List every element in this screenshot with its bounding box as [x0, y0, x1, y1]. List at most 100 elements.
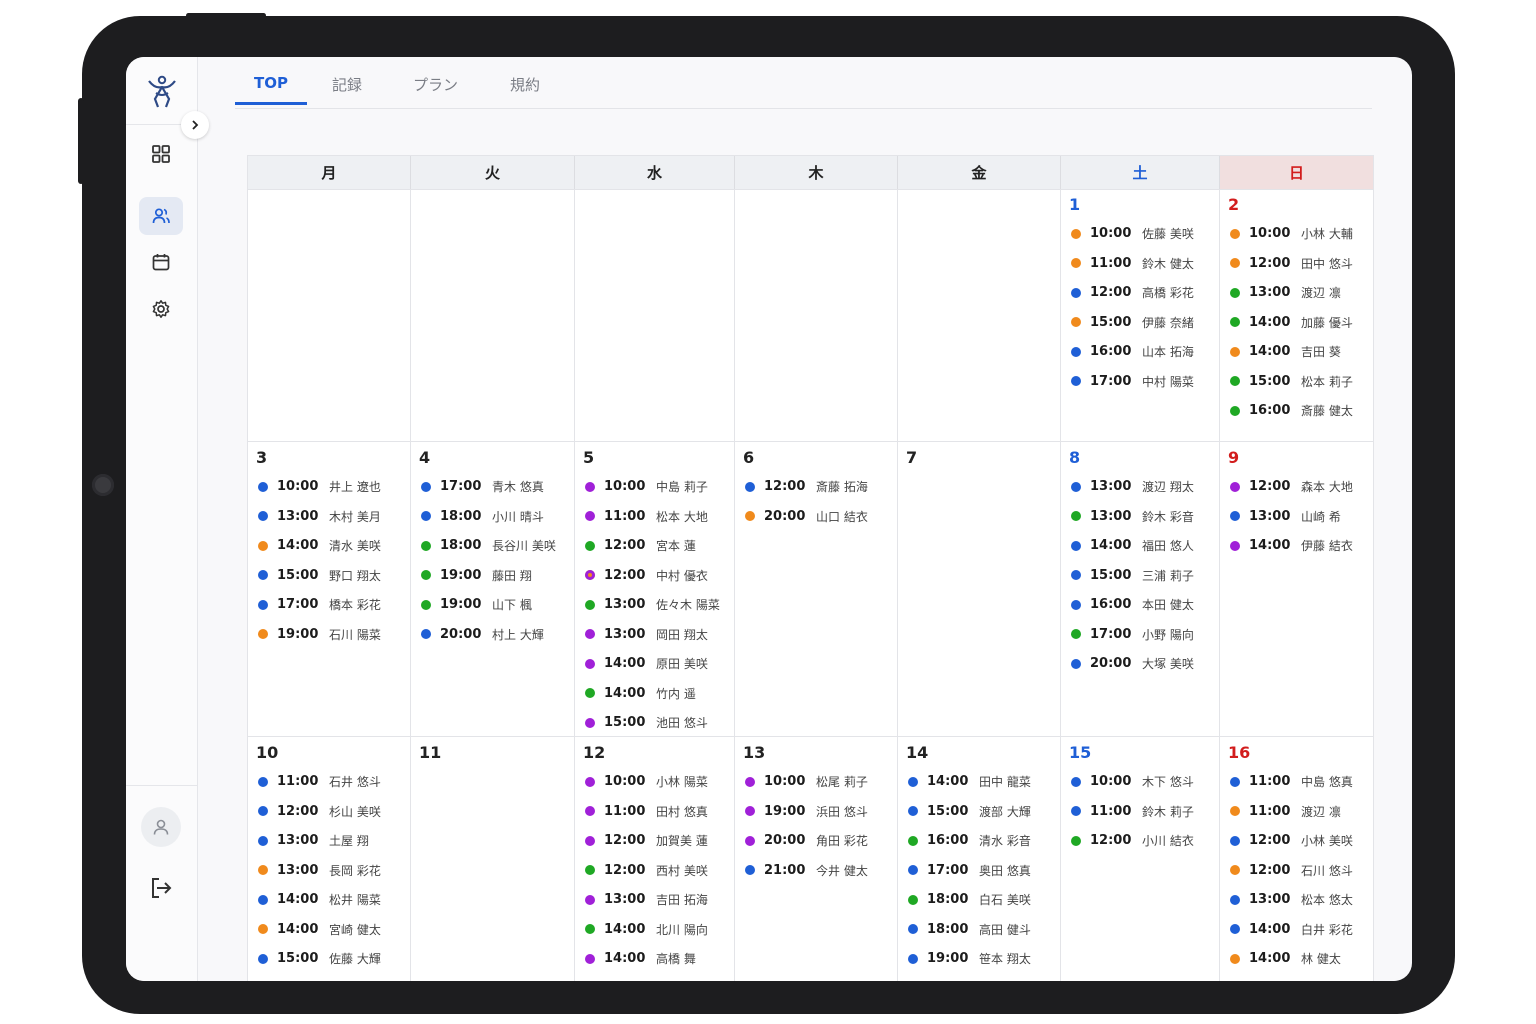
calendar-day-cell[interactable]: 1 10:00 佐藤 美咲 11:00 鈴木 健太 12:00 高橋 彩花 15:00 伊藤 奈… — [1061, 189, 1220, 442]
appointment-item[interactable]: 11:00 中島 悠真 — [1230, 767, 1369, 797]
appointment-item[interactable]: 12:00 小川 結衣 — [1071, 826, 1215, 856]
appointment-item[interactable]: 18:00 小川 晴斗 — [421, 502, 570, 532]
appointment-item[interactable]: 12:00 宮本 蓮 — [585, 531, 730, 561]
calendar-day-cell[interactable]: 4 17:00 青木 悠真 18:00 小川 晴斗 18:00 長谷川 美咲 19:00 藤田 … — [411, 442, 575, 737]
appointment-item[interactable]: 12:00 田中 悠斗 — [1230, 249, 1369, 279]
sidebar-item-users[interactable] — [139, 197, 183, 235]
appointment-item[interactable]: 20:00 山口 結衣 — [745, 502, 893, 532]
appointment-item[interactable]: 12:00 中村 優衣 — [585, 561, 730, 591]
appointment-item[interactable]: 11:00 松本 大地 — [585, 502, 730, 532]
appointment-item[interactable]: 20:00 村上 大輝 — [421, 620, 570, 650]
appointment-item[interactable]: 10:00 小林 大輔 — [1230, 219, 1369, 249]
appointment-item[interactable]: 14:00 高橋 舞 — [585, 944, 730, 974]
appointment-item[interactable]: 15:00 渡部 大輝 — [908, 797, 1056, 827]
appointment-item[interactable]: 14:00 北川 陽向 — [585, 915, 730, 945]
appointment-item[interactable]: 11:00 石井 悠斗 — [258, 767, 406, 797]
appointment-item[interactable]: 11:00 鈴木 健太 — [1071, 249, 1215, 279]
calendar-day-cell[interactable]: 9 12:00 森本 大地 13:00 山崎 希 14:00 伊藤 結衣 — [1220, 442, 1373, 737]
appointment-item[interactable]: 10:00 井上 遼也 — [258, 472, 406, 502]
logout-icon[interactable] — [148, 875, 174, 901]
appointment-item[interactable]: 13:00 長岡 彩花 — [258, 856, 406, 886]
calendar-day-cell[interactable]: 13 10:00 松尾 莉子 19:00 浜田 悠斗 20:00 角田 彩花 21:00 今井 … — [735, 737, 898, 981]
appointment-item[interactable]: 10:00 佐藤 美咲 — [1071, 219, 1215, 249]
appointment-item[interactable]: 14:00 竹内 遥 — [585, 679, 730, 709]
appointment-item[interactable]: 21:00 今井 健太 — [745, 856, 893, 886]
appointment-item[interactable]: 19:00 石川 陽菜 — [258, 620, 406, 650]
appointment-item[interactable]: 16:00 山本 拓海 — [1071, 337, 1215, 367]
appointment-item[interactable]: 19:00 笹本 翔太 — [908, 944, 1056, 974]
appointment-item[interactable]: 12:00 杉山 美咲 — [258, 797, 406, 827]
appointment-item[interactable]: 10:00 中島 莉子 — [585, 472, 730, 502]
appointment-item[interactable]: 10:00 小林 陽菜 — [585, 767, 730, 797]
calendar-day-cell[interactable]: 10 11:00 石井 悠斗 12:00 杉山 美咲 13:00 土屋 翔 13:00 長岡 彩… — [248, 737, 411, 981]
sidebar-item-calendar[interactable] — [139, 243, 183, 281]
appointment-item[interactable]: 12:00 斎藤 拓海 — [745, 472, 893, 502]
appointment-item[interactable]: 17:00 小野 陽向 — [1071, 620, 1215, 650]
user-avatar[interactable] — [141, 807, 181, 847]
calendar-day-cell[interactable]: 15 10:00 木下 悠斗 11:00 鈴木 莉子 12:00 小川 結衣 — [1061, 737, 1220, 981]
appointment-item[interactable]: 10:00 松尾 莉子 — [745, 767, 893, 797]
appointment-item[interactable]: 13:00 木村 美月 — [258, 502, 406, 532]
appointment-item[interactable]: 16:00 斎藤 健太 — [1230, 396, 1369, 426]
appointment-item[interactable]: 16:00 本田 健太 — [1071, 590, 1215, 620]
appointment-item[interactable]: 14:00 福田 悠人 — [1071, 531, 1215, 561]
appointment-item[interactable]: 14:00 清水 美咲 — [258, 531, 406, 561]
appointment-item[interactable]: 13:00 佐々木 陽菜 — [585, 590, 730, 620]
calendar-day-cell[interactable]: 7 — [898, 442, 1061, 737]
calendar-day-cell[interactable]: 3 10:00 井上 遼也 13:00 木村 美月 14:00 清水 美咲 15:00 野口 翔… — [248, 442, 411, 737]
tab-terms[interactable]: 規約 — [510, 74, 540, 108]
appointment-item[interactable]: 11:00 渡辺 凛 — [1230, 797, 1369, 827]
appointment-item[interactable]: 15:00 三浦 莉子 — [1071, 561, 1215, 591]
appointment-item[interactable]: 10:00 木下 悠斗 — [1071, 767, 1215, 797]
appointment-item[interactable]: 17:00 青木 悠真 — [421, 472, 570, 502]
appointment-item[interactable]: 15:00 松本 莉子 — [1230, 367, 1369, 397]
appointment-item[interactable]: 18:00 長谷川 美咲 — [421, 531, 570, 561]
appointment-item[interactable]: 14:00 宮崎 健太 — [258, 915, 406, 945]
appointment-item[interactable]: 18:00 白石 美咲 — [908, 885, 1056, 915]
appointment-item[interactable]: 15:00 池田 悠斗 — [585, 708, 730, 736]
appointment-item[interactable]: 12:00 加賀美 蓮 — [585, 826, 730, 856]
appointment-item[interactable]: 14:00 吉田 葵 — [1230, 337, 1369, 367]
appointment-item[interactable]: 17:00 橋本 彩花 — [258, 590, 406, 620]
appointment-item[interactable]: 13:00 岡田 翔太 — [585, 620, 730, 650]
appointment-item[interactable]: 19:00 藤田 翔 — [421, 561, 570, 591]
calendar-day-cell[interactable]: 2 10:00 小林 大輔 12:00 田中 悠斗 13:00 渡辺 凛 14:00 加藤 優斗… — [1220, 189, 1373, 442]
appointment-item[interactable]: 13:00 吉田 拓海 — [585, 885, 730, 915]
appointment-item[interactable]: 14:00 白井 彩花 — [1230, 915, 1369, 945]
appointment-item[interactable]: 19:00 浜田 悠斗 — [745, 797, 893, 827]
appointment-item[interactable]: 16:00 清水 彩音 — [908, 826, 1056, 856]
appointment-item[interactable]: 14:00 伊藤 結衣 — [1230, 531, 1369, 561]
appointment-item[interactable]: 13:00 鈴木 彩音 — [1071, 502, 1215, 532]
appointment-item[interactable]: 14:00 松井 陽菜 — [258, 885, 406, 915]
calendar-day-cell[interactable]: 6 12:00 斎藤 拓海 20:00 山口 結衣 — [735, 442, 898, 737]
appointment-item[interactable]: 14:00 林 健太 — [1230, 944, 1369, 974]
appointment-item[interactable]: 12:00 西村 美咲 — [585, 856, 730, 886]
tab-records[interactable]: 記録 — [332, 74, 362, 108]
appointment-item[interactable]: 20:00 角田 彩花 — [745, 826, 893, 856]
appointment-item[interactable]: 13:00 山崎 希 — [1230, 502, 1369, 532]
appointment-item[interactable]: 12:00 小林 美咲 — [1230, 826, 1369, 856]
calendar-day-cell[interactable]: 11 — [411, 737, 575, 981]
appointment-item[interactable]: 13:00 渡辺 翔太 — [1071, 472, 1215, 502]
appointment-item[interactable]: 13:00 松本 悠太 — [1230, 885, 1369, 915]
sidebar-expand-button[interactable] — [181, 111, 209, 139]
appointment-item[interactable]: 14:00 加藤 優斗 — [1230, 308, 1369, 338]
appointment-item[interactable]: 11:00 田村 悠真 — [585, 797, 730, 827]
appointment-item[interactable]: 13:00 渡辺 凛 — [1230, 278, 1369, 308]
appointment-item[interactable]: 17:00 中村 陽菜 — [1071, 367, 1215, 397]
appointment-item[interactable]: 15:00 伊藤 奈緒 — [1071, 308, 1215, 338]
appointment-item[interactable]: 18:00 高田 健斗 — [908, 915, 1056, 945]
appointment-item[interactable]: 17:00 奥田 悠真 — [908, 856, 1056, 886]
appointment-item[interactable]: 11:00 鈴木 莉子 — [1071, 797, 1215, 827]
appointment-item[interactable]: 19:00 山下 楓 — [421, 590, 570, 620]
appointment-item[interactable]: 12:00 高橋 彩花 — [1071, 278, 1215, 308]
calendar-day-cell[interactable]: 12 10:00 小林 陽菜 11:00 田村 悠真 12:00 加賀美 蓮 12:00 西村 … — [575, 737, 735, 981]
appointment-item[interactable]: 20:00 大塚 美咲 — [1071, 649, 1215, 679]
calendar-day-cell[interactable]: 16 11:00 中島 悠真 11:00 渡辺 凛 12:00 小林 美咲 12:00 石川 悠… — [1220, 737, 1373, 981]
sidebar-item-settings[interactable] — [139, 290, 183, 328]
appointment-item[interactable]: 15:00 佐藤 大輝 — [258, 944, 406, 974]
appointment-item[interactable]: 13:00 土屋 翔 — [258, 826, 406, 856]
calendar-day-cell[interactable]: 14 14:00 田中 龍菜 15:00 渡部 大輝 16:00 清水 彩音 17:00 奥田 … — [898, 737, 1061, 981]
appointment-item[interactable]: 12:00 森本 大地 — [1230, 472, 1369, 502]
calendar-day-cell[interactable]: 8 13:00 渡辺 翔太 13:00 鈴木 彩音 14:00 福田 悠人 15:00 三浦 莉… — [1061, 442, 1220, 737]
